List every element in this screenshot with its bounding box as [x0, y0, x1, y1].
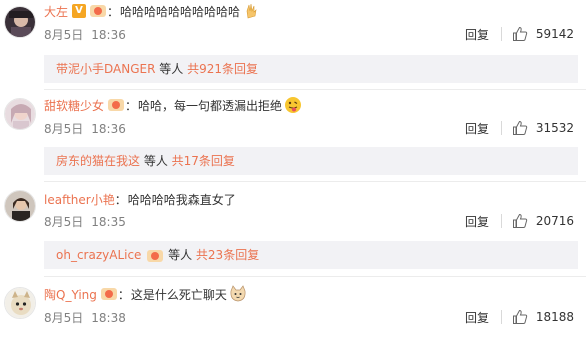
action-divider [501, 121, 502, 135]
hand-ok-emoji [246, 3, 257, 19]
replies-total[interactable]: 共921条回复 [187, 62, 258, 76]
cat-face-emoji [230, 285, 246, 302]
fan-medal-icon [147, 249, 164, 262]
like-button[interactable]: 31532 [512, 120, 574, 136]
avatar[interactable] [4, 287, 36, 319]
fan-medal-icon [100, 288, 117, 300]
username-link[interactable]: 陶Q_Ying [44, 286, 97, 303]
comment-time: 18:36 [91, 122, 126, 136]
reply-button[interactable]: 回复 [465, 26, 489, 43]
fan-medal-icon [90, 5, 107, 17]
divider [44, 89, 586, 90]
comment-line: leafther小艳 ： 哈哈哈哈我森直女了 [44, 190, 236, 208]
replies-summary[interactable]: 房东的猫在我这 等人 共17条回复 [44, 147, 578, 175]
comment-line: 陶Q_Ying ： 这是什么死亡聊天 [44, 285, 247, 303]
comment-text: 哈哈哈哈我森直女了 [127, 192, 236, 207]
comment-date: 8月5日 [44, 28, 84, 42]
comment-actions: 回复 59142 [465, 25, 574, 43]
comment-time: 18:36 [91, 28, 126, 42]
comment-text: 这是什么死亡聊天 [130, 287, 227, 302]
like-button[interactable]: 20716 [512, 213, 574, 229]
like-count: 20716 [535, 214, 574, 228]
avatar[interactable] [4, 190, 36, 222]
comment-meta: 8月5日 18:36 [44, 120, 126, 136]
comment-text: 哈哈哈哈哈哈哈哈哈哈 [120, 4, 241, 19]
replies-names[interactable]: 带泥小手DANGER [56, 62, 155, 76]
comment-meta: 8月5日 18:38 [44, 309, 126, 325]
like-count: 31532 [535, 121, 574, 135]
comment-actions: 回复 18188 [465, 308, 574, 326]
reply-button[interactable]: 回复 [465, 309, 489, 326]
replies-summary[interactable]: oh_crazyALice 等人 共23条回复 [44, 241, 578, 269]
username-link[interactable]: 甜软糖少女 [44, 97, 104, 114]
like-button[interactable]: 59142 [512, 26, 574, 42]
thumbs-up-icon [513, 213, 528, 228]
comment-line: 大左 V ： 哈哈哈哈哈哈哈哈哈哈 [44, 2, 260, 20]
replies-suffix: 等人 [164, 248, 196, 262]
reply-button[interactable]: 回复 [465, 213, 489, 230]
comment-meta: 8月5日 18:36 [44, 26, 126, 42]
avatar[interactable] [4, 6, 36, 38]
replies-total[interactable]: 共17条回复 [172, 154, 235, 168]
comment-date: 8月5日 [44, 215, 84, 229]
username-link[interactable]: leafther小艳 [44, 191, 115, 208]
reply-button[interactable]: 回复 [465, 120, 489, 137]
replies-names[interactable]: oh_crazyALice [56, 248, 141, 262]
action-divider [501, 27, 502, 41]
comment-date: 8月5日 [44, 122, 84, 136]
replies-total[interactable]: 共23条回复 [196, 248, 259, 262]
comment-date: 8月5日 [44, 311, 84, 325]
divider [44, 276, 586, 277]
thumbs-up-icon [513, 26, 528, 41]
comment-meta: 8月5日 18:35 [44, 213, 126, 229]
divider [44, 181, 586, 182]
replies-names[interactable]: 房东的猫在我这 [56, 154, 140, 168]
comment-time: 18:38 [91, 311, 126, 325]
colon-separator: ： [125, 98, 138, 113]
like-count: 59142 [535, 27, 574, 41]
comment-text: 哈哈，每一句都透漏出拒绝 [138, 98, 283, 113]
like-count: 18188 [535, 310, 574, 324]
action-divider [501, 214, 502, 228]
comment-line: 甜软糖少女 ： 哈哈，每一句都透漏出拒绝 [44, 96, 302, 114]
action-divider [501, 310, 502, 324]
like-button[interactable]: 18188 [512, 309, 574, 325]
thumbs-up-icon [513, 309, 528, 324]
comment-time: 18:35 [91, 215, 126, 229]
comment-actions: 回复 20716 [465, 212, 574, 230]
replies-suffix: 等人 [155, 62, 188, 76]
replies-summary[interactable]: 带泥小手DANGER 等人 共921条回复 [44, 55, 578, 83]
colon-separator: ： [114, 192, 127, 207]
thumbs-up-icon [513, 120, 528, 135]
colon-separator: ： [107, 4, 120, 19]
colon-separator: ： [117, 287, 130, 302]
replies-suffix: 等人 [140, 154, 172, 168]
username-link[interactable]: 大左 [44, 3, 68, 20]
tongue-face-emoji [285, 97, 302, 113]
verified-v-icon: V [72, 4, 87, 18]
avatar[interactable] [4, 98, 36, 130]
comment-actions: 回复 31532 [465, 119, 574, 137]
fan-medal-icon [108, 99, 125, 111]
